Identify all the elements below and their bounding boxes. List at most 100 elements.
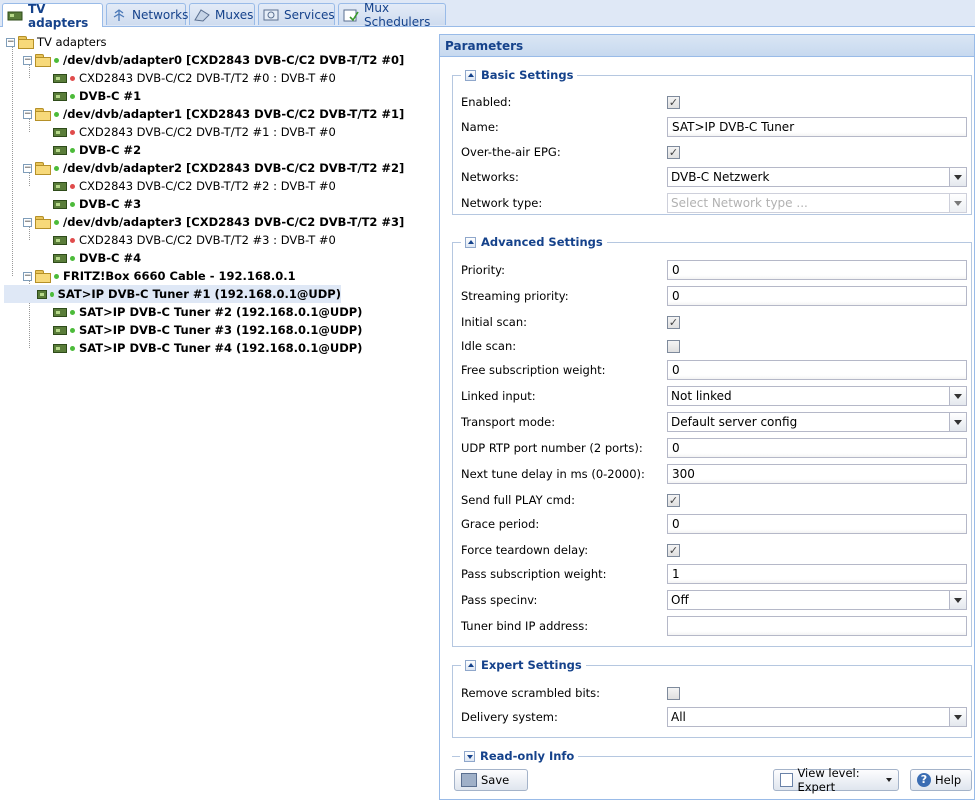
advanced-settings-legend[interactable]: Advanced Settings (461, 235, 607, 249)
epg-checkbox[interactable]: ✓ (667, 145, 680, 159)
save-button[interactable]: Save (454, 769, 528, 791)
tab-mux-schedulers[interactable]: Mux Schedulers (338, 1, 446, 29)
collapse-icon[interactable]: − (6, 37, 15, 47)
tree-frontend-selected[interactable]: SAT>IP DVB-C Tuner #1 (192.168.0.1@UDP) (4, 285, 341, 303)
folder-icon (35, 162, 51, 175)
status-enabled-icon (54, 111, 59, 117)
field-udp-port: UDP RTP port number (2 ports): 0 (461, 437, 971, 459)
linked-input-select[interactable]: Not linked (667, 386, 967, 406)
tree-adapter-3[interactable]: − /dev/dvb/adapter3 [CXD2843 DVB-C/C2 DV… (23, 213, 404, 231)
collapse-toggle-icon[interactable] (465, 236, 476, 248)
status-enabled-icon (70, 309, 75, 315)
chevron-down-icon[interactable] (949, 591, 966, 609)
tree-adapter-label: FRITZ!Box 6660 Cable - 192.168.0.1 (63, 269, 296, 283)
field-label: Networks: (461, 170, 519, 184)
field-label: Name: (461, 120, 499, 134)
collapse-toggle-icon[interactable] (465, 659, 476, 671)
status-enabled-icon (50, 291, 54, 297)
streaming-priority-input[interactable]: 0 (667, 286, 967, 306)
field-linked-input: Linked input: Not linked (461, 385, 971, 407)
tree-root[interactable]: − TV adapters (6, 33, 107, 51)
tree-frontend[interactable]: SAT>IP DVB-C Tuner #2 (192.168.0.1@UDP) (53, 303, 362, 321)
priority-input[interactable]: 0 (667, 260, 967, 280)
transport-mode-select[interactable]: Default server config (667, 412, 967, 432)
remove-scrambled-checkbox[interactable] (667, 686, 680, 700)
networks-select[interactable]: DVB-C Netzwerk (667, 167, 967, 187)
tv-card-icon (53, 253, 67, 263)
tree-frontend-label: SAT>IP DVB-C Tuner #3 (192.168.0.1@UDP) (79, 323, 363, 337)
status-enabled-icon (70, 327, 75, 333)
tree-adapter-2[interactable]: − /dev/dvb/adapter2 [CXD2843 DVB-C/C2 DV… (23, 159, 404, 177)
tree-adapter-label: /dev/dvb/adapter3 [CXD2843 DVB-C/C2 DVB-… (63, 215, 405, 229)
tree-frontend[interactable]: CXD2843 DVB-C/C2 DVB-T/T2 #0 : DVB-T #0 (53, 69, 336, 87)
tree-frontend[interactable]: DVB-C #2 (53, 141, 141, 159)
collapse-icon[interactable]: − (23, 55, 32, 65)
tree-frontend[interactable]: CXD2843 DVB-C/C2 DVB-T/T2 #3 : DVB-T #0 (53, 231, 336, 249)
collapse-icon[interactable]: − (23, 163, 32, 173)
grace-period-input[interactable]: 0 (667, 514, 967, 534)
delivery-system-select[interactable]: All (667, 707, 967, 727)
teardown-delay-checkbox[interactable]: ✓ (667, 543, 680, 557)
status-disabled-icon (70, 237, 75, 243)
field-bind-ip: Tuner bind IP address: (461, 615, 971, 637)
collapse-icon[interactable]: − (23, 217, 32, 227)
initial-scan-checkbox[interactable]: ✓ (667, 315, 680, 329)
tab-muxes[interactable]: Muxes (189, 3, 255, 25)
pass-specinv-select[interactable]: Off (667, 590, 967, 610)
scheduler-icon (343, 8, 359, 22)
bind-ip-input[interactable] (667, 616, 967, 636)
tree-frontend[interactable]: DVB-C #3 (53, 195, 141, 213)
idle-scan-checkbox[interactable] (667, 339, 680, 353)
field-label: Next tune delay in ms (0-2000): (461, 467, 645, 481)
chevron-down-icon[interactable] (949, 194, 966, 212)
chevron-down-icon[interactable] (949, 387, 966, 405)
chevron-down-icon[interactable] (949, 168, 966, 186)
tree-adapter-fritzbox[interactable]: − FRITZ!Box 6660 Cable - 192.168.0.1 (23, 267, 296, 285)
udp-port-input[interactable]: 0 (667, 438, 967, 458)
mux-icon (194, 8, 210, 22)
field-label: Force teardown delay: (461, 543, 589, 557)
help-button[interactable]: ? Help (910, 769, 972, 791)
tree-frontend[interactable]: SAT>IP DVB-C Tuner #3 (192.168.0.1@UDP) (53, 321, 362, 339)
field-initial-scan: Initial scan: ✓ (461, 311, 971, 333)
readonly-info-legend[interactable]: Read-only Info (460, 749, 579, 763)
field-label: Enabled: (461, 95, 512, 109)
caret-down-icon (886, 778, 892, 782)
collapse-toggle-icon[interactable] (465, 69, 476, 81)
enabled-checkbox[interactable]: ✓ (667, 95, 680, 109)
tree-frontend-label: CXD2843 DVB-C/C2 DVB-T/T2 #3 : DVB-T #0 (79, 233, 336, 247)
tune-delay-input[interactable]: 300 (667, 464, 967, 484)
collapse-icon[interactable]: − (23, 109, 32, 119)
expand-toggle-icon[interactable] (464, 750, 475, 762)
tree-frontend[interactable]: DVB-C #1 (53, 87, 141, 105)
save-icon (461, 773, 477, 787)
tree-adapter-1[interactable]: − /dev/dvb/adapter1 [CXD2843 DVB-C/C2 DV… (23, 105, 404, 123)
tree-frontend[interactable]: CXD2843 DVB-C/C2 DVB-T/T2 #2 : DVB-T #0 (53, 177, 336, 195)
collapse-icon[interactable]: − (23, 271, 32, 281)
chevron-down-icon[interactable] (949, 413, 966, 431)
name-input[interactable]: SAT>IP DVB-C Tuner (667, 117, 967, 137)
select-value: All (671, 710, 686, 724)
free-weight-input[interactable]: 0 (667, 360, 967, 380)
expert-settings-legend[interactable]: Expert Settings (461, 658, 586, 672)
tv-card-icon (53, 91, 67, 101)
tab-tv-adapters[interactable]: TV adapters (2, 2, 103, 30)
field-transport-mode: Transport mode: Default server config (461, 411, 971, 433)
field-grace-period: Grace period: 0 (461, 513, 971, 535)
tree-root-label: TV adapters (37, 35, 107, 49)
tree-frontend[interactable]: CXD2843 DVB-C/C2 DVB-T/T2 #1 : DVB-T #0 (53, 123, 336, 141)
tree-frontend[interactable]: SAT>IP DVB-C Tuner #4 (192.168.0.1@UDP) (53, 339, 362, 357)
tab-networks[interactable]: Networks (106, 3, 188, 25)
basic-settings-legend[interactable]: Basic Settings (461, 68, 578, 82)
tab-services[interactable]: Services (258, 3, 335, 25)
chevron-down-icon[interactable] (949, 708, 966, 726)
pass-weight-input[interactable]: 1 (667, 564, 967, 584)
tv-card-icon (53, 73, 67, 83)
tree-adapter-0[interactable]: − /dev/dvb/adapter0 [CXD2843 DVB-C/C2 DV… (23, 51, 404, 69)
tree-frontend[interactable]: DVB-C #4 (53, 249, 141, 267)
view-level-button[interactable]: View level: Expert (773, 766, 899, 794)
full-play-checkbox[interactable]: ✓ (667, 493, 680, 507)
status-disabled-icon (70, 183, 75, 189)
field-label: Remove scrambled bits: (461, 686, 601, 700)
network-type-select[interactable]: Select Network type ... (667, 193, 967, 213)
